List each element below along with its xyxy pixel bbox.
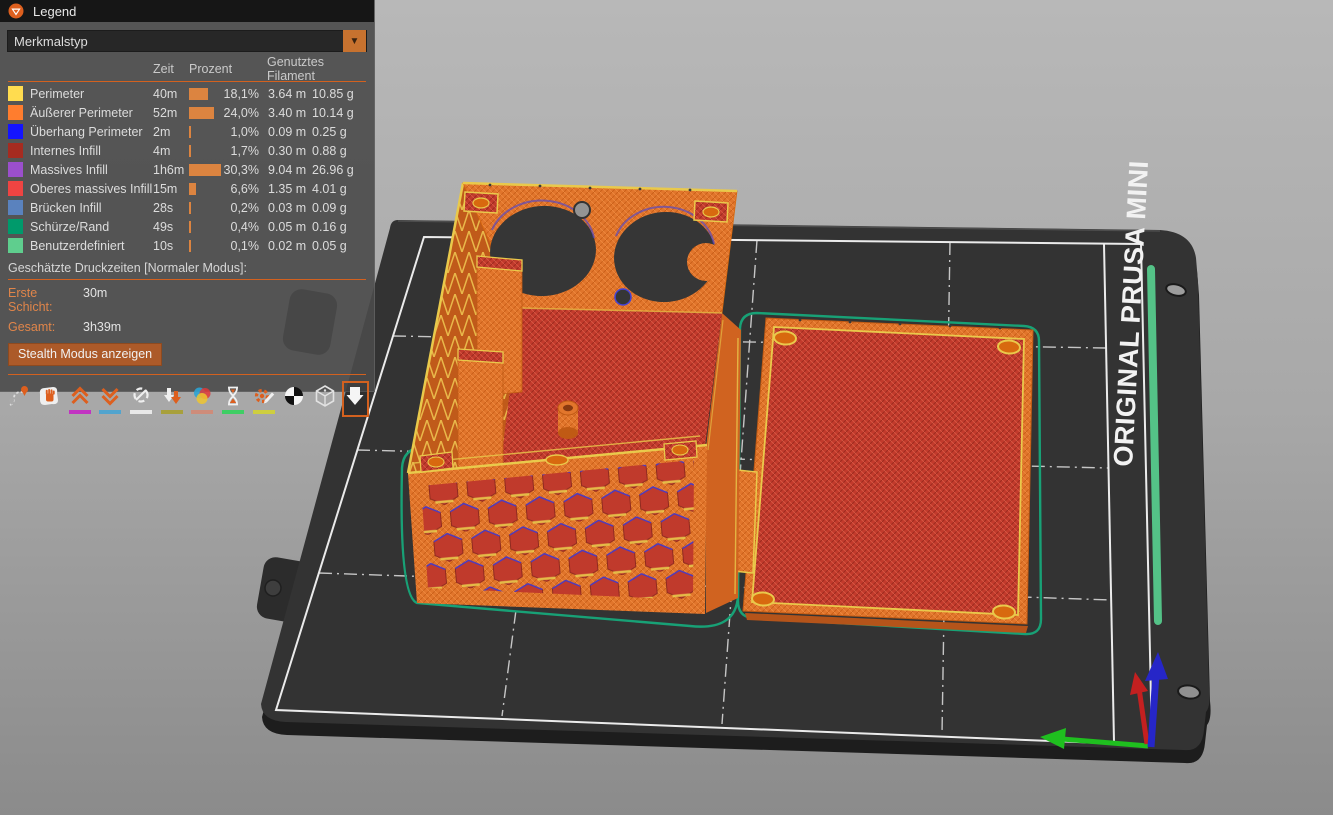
first-layer-label: Erste Schicht:: [8, 286, 83, 314]
retractions-icon: [68, 384, 92, 408]
color-swatch: [8, 162, 23, 177]
color-swatch: [8, 124, 23, 139]
estimates-heading: Geschätzte Druckzeiten [Normaler Modus]:: [0, 255, 374, 277]
legend-table-header: Zeit Prozent Genutztes Filament: [0, 59, 374, 79]
col-time: Zeit: [153, 62, 189, 76]
toolbar-retractions[interactable]: [66, 381, 93, 417]
toolbar-color-changes[interactable]: [189, 381, 216, 417]
toolbar-custom-gcodes[interactable]: [250, 381, 277, 417]
panel-title: Legend: [33, 4, 76, 19]
col-percent: Prozent: [189, 62, 267, 76]
color-swatch: [8, 181, 23, 196]
model-box: [408, 183, 741, 614]
legend-titlebar[interactable]: Legend: [0, 0, 374, 22]
total-value: 3h39m: [83, 320, 121, 334]
center-of-gravity-icon: [282, 384, 306, 408]
toolbar-toolhead-marker[interactable]: [342, 381, 369, 417]
legend-row-internal-infill[interactable]: Internes Infill 4m 1,7% 0.30 m 0.88 g: [0, 141, 374, 160]
color-swatch: [8, 219, 23, 234]
prusa-logo-icon: [7, 2, 25, 20]
toolbar-travel[interactable]: [5, 381, 32, 417]
cylinder-boss: [558, 401, 578, 439]
model-plate: [733, 318, 1033, 633]
seams-icon: [129, 384, 153, 408]
legend-row-top-solid-infill[interactable]: Oberes massives Infill 15m 6,6% 1.35 m 4…: [0, 179, 374, 198]
legend-row-solid-infill[interactable]: Massives Infill 1h6m 30,3% 9.04 m 26.96 …: [0, 160, 374, 179]
bed-clip-bump: [265, 580, 281, 596]
small-hole-top: [574, 202, 590, 218]
legend-row-perimeter[interactable]: Perimeter 40m 18,1% 3.64 m 10.85 g: [0, 84, 374, 103]
toolhead-marker-icon: [343, 384, 367, 408]
pause-prints-icon: [221, 384, 245, 408]
travel-icon: [7, 384, 31, 408]
toolbar-center-of-gravity[interactable]: [281, 381, 308, 417]
shells-icon: [313, 384, 337, 408]
legend-panel: Legend Merkmalstyp ▼ Zeit Prozent Genutz…: [0, 0, 375, 392]
percent-bar: [189, 164, 221, 176]
color-swatch: [8, 86, 23, 101]
toolbar-tool-changes[interactable]: [158, 381, 185, 417]
view-type-value: Merkmalstyp: [8, 34, 343, 49]
percent-bar: [189, 126, 191, 138]
toolbar-pause-prints[interactable]: [219, 381, 246, 417]
first-layer-value: 30m: [83, 286, 107, 314]
divider: [8, 279, 366, 280]
percent-bar: [189, 202, 191, 214]
color-swatch: [8, 143, 23, 158]
color-changes-icon: [190, 384, 214, 408]
col-filament: Genutztes Filament: [267, 55, 366, 83]
toolbar-wipe[interactable]: [36, 381, 63, 417]
color-swatch: [8, 105, 23, 120]
toolbar-shells[interactable]: [311, 381, 338, 417]
percent-bar: [189, 183, 196, 195]
wipe-icon: [37, 384, 61, 408]
percent-bar: [189, 88, 208, 100]
percent-bar: [189, 221, 191, 233]
percent-bar: [189, 145, 191, 157]
total-label: Gesamt:: [8, 320, 83, 334]
prusaslicer-preview-window: ORIGINAL PRUSA MINI: [0, 0, 1333, 815]
tool-changes-icon: [160, 384, 184, 408]
toolbar-deretractions[interactable]: [97, 381, 124, 417]
legend-row-custom[interactable]: Benutzerdefiniert 10s 0,1% 0.02 m 0.05 g: [0, 236, 374, 255]
preview-toolbar: [0, 375, 374, 421]
color-swatch: [8, 200, 23, 215]
custom-gcodes-icon: [252, 384, 276, 408]
small-hole-mid: [615, 289, 631, 305]
legend-row-outer-perimeter[interactable]: Äußerer Perimeter 52m 24,0% 3.40 m 10.14…: [0, 103, 374, 122]
chevron-down-icon[interactable]: ▼: [343, 30, 366, 52]
color-swatch: [8, 238, 23, 253]
view-type-dropdown[interactable]: Merkmalstyp ▼: [7, 30, 367, 52]
percent-bar: [189, 107, 214, 119]
stealth-mode-button[interactable]: Stealth Modus anzeigen: [8, 343, 162, 366]
legend-row-skirt-brim[interactable]: Schürze/Rand 49s 0,4% 0.05 m 0.16 g: [0, 217, 374, 236]
legend-row-overhang-perimeter[interactable]: Überhang Perimeter 2m 1,0% 0.09 m 0.25 g: [0, 122, 374, 141]
toolbar-seams[interactable]: [128, 381, 155, 417]
deretractions-icon: [98, 384, 122, 408]
percent-bar: [189, 240, 191, 252]
legend-row-bridge-infill[interactable]: Brücken Infill 28s 0,2% 0.03 m 0.09 g: [0, 198, 374, 217]
